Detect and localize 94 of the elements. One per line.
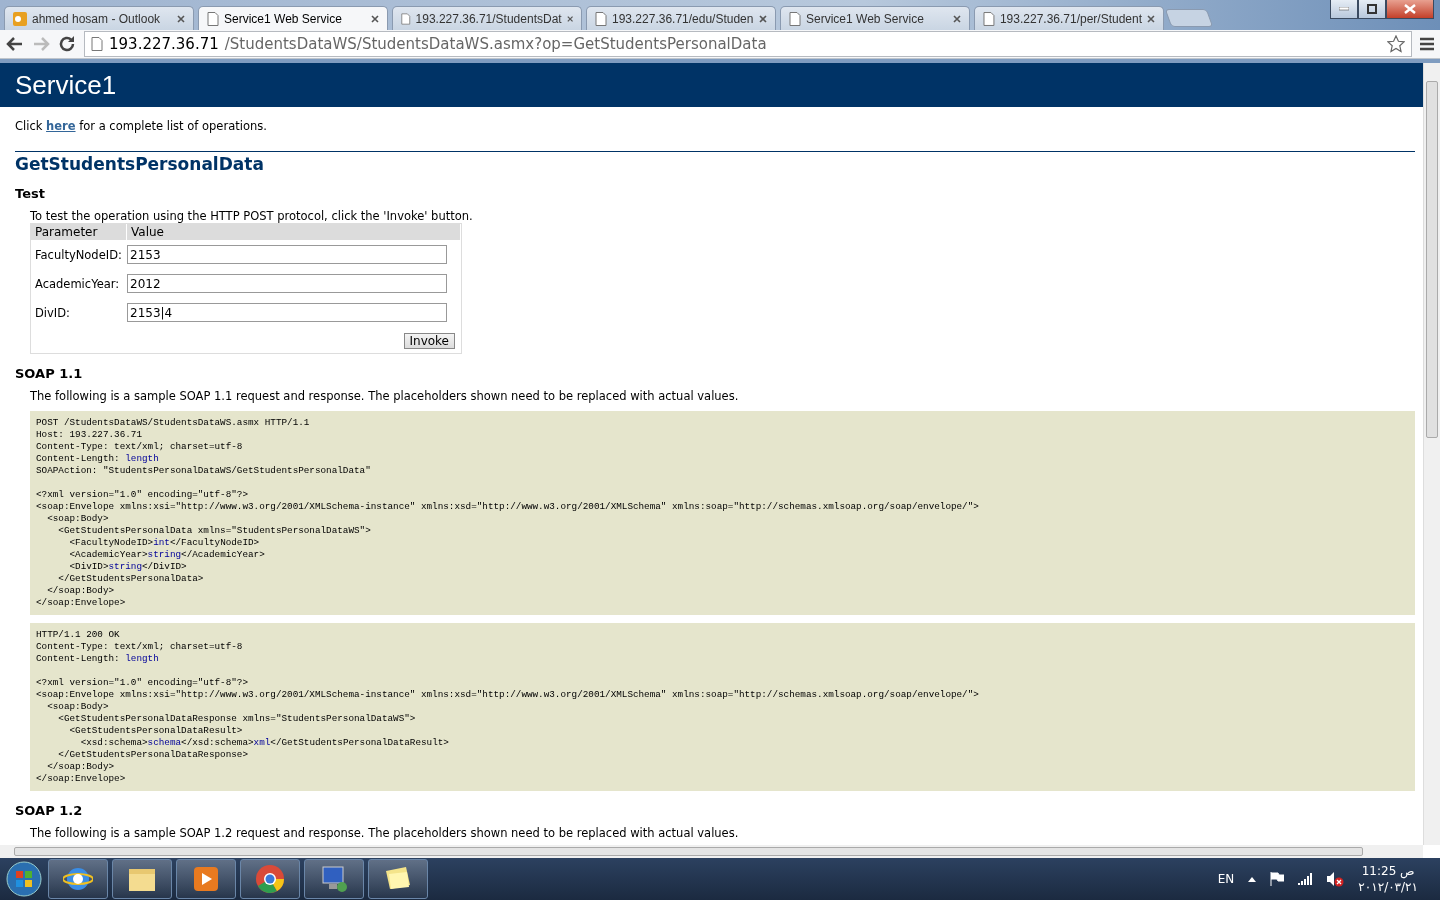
close-button[interactable] (1386, 0, 1434, 19)
maximize-button[interactable] (1358, 0, 1386, 19)
section-heading: SOAP 1.1 (15, 366, 84, 381)
code-line: Content-Length: length (36, 453, 160, 465)
close-icon[interactable] (177, 14, 185, 23)
horizontal-scrollbar[interactable] (0, 845, 1423, 858)
minimize-icon (1339, 7, 1349, 11)
close-icon (1404, 4, 1416, 14)
taskbar-app[interactable] (240, 859, 300, 899)
section-description: The following is a sample SOAP 1.2 request and response. The placeholders shown need to be replaced with actual values. (30, 826, 740, 840)
operation-title: GetStudentsPersonalData (15, 151, 1415, 174)
intro-text: Click here for a complete list of operations. (15, 119, 268, 133)
code-line: <soap:Body> (46, 513, 110, 525)
close-icon[interactable] (759, 14, 767, 23)
back-icon[interactable] (6, 36, 24, 52)
browser-tab[interactable]: Service1 Web Service (198, 6, 388, 30)
page-icon (983, 11, 995, 26)
test-instructions: To test the operation using the HTTP POST protocol, click the 'Invoke' button. (30, 209, 474, 223)
code-line: Content-Type: text/xml; charset=utf-8 (36, 441, 244, 453)
page-icon (401, 11, 411, 26)
code-line: HTTP/1.1 200 OK (36, 629, 121, 641)
code-line: SOAPAction: "StudentsPersonalDataWS/GetStudentsPersonalData" (36, 465, 372, 477)
maximize-icon (1367, 4, 1377, 14)
parameter-label: AcademicYear: (34, 276, 121, 291)
code-line: <?xml version="1.0" encoding="utf-8"?> (36, 489, 249, 501)
code-line: </GetStudentsPersonalData> (57, 573, 205, 585)
reload-icon[interactable] (58, 35, 76, 53)
browser-tab[interactable]: 193.227.36.71/per/Student (974, 6, 1164, 30)
code-line: </soap:Envelope> (36, 773, 127, 785)
clock[interactable]: 11:25 ص ٢٠١٢/٠٣/٢١ (1358, 863, 1418, 895)
signal-icon[interactable] (1298, 873, 1313, 885)
code-line: </soap:Body> (46, 761, 116, 773)
close-icon[interactable] (953, 14, 961, 23)
code-line: Content-Length: length (36, 653, 160, 665)
code-line: </soap:Envelope> (36, 597, 127, 609)
vertical-scrollbar[interactable] (1423, 63, 1440, 845)
code-line: </soap:Body> (46, 585, 116, 597)
invoke-button[interactable]: Invoke (403, 333, 455, 349)
code-line: <xsd:schema>schema</xsd:schema>xml</GetStudentsPersonalDataResult> (79, 737, 450, 749)
browser-logo-icon (255, 864, 285, 894)
address-bar[interactable]: 193.227.36.71 /StudentsDataWS/StudentsDataWS.asmx?op=GetStudentsPersonalData (84, 31, 1412, 57)
code-line: <DivID>string</DivID> (68, 561, 188, 573)
section-heading: Test (15, 186, 46, 201)
column-header: Parameter (31, 224, 127, 240)
code-line: <?xml version="1.0" encoding="utf-8"?> (36, 677, 249, 689)
page-icon (207, 11, 219, 26)
browser-tab[interactable]: 193.227.36.71/edu/Studen (586, 6, 776, 30)
language-indicator[interactable]: EN (1217, 872, 1235, 886)
code-line: <soap:Envelope xmlns:xsi="http://www.w3.org/2001/XMLSchema-instance" xmlns:xsd="http://www.w3.org/2001/XMLSchema" xmlns:soap="http://schemas.xmlsoap.org/soap/envelope/"> (36, 689, 980, 701)
page-icon (595, 11, 607, 26)
mail-app-icon (13, 11, 27, 26)
code-line: <AcademicYear>string</AcademicYear> (68, 549, 266, 561)
star-icon[interactable] (1387, 35, 1405, 53)
column-header: Value (127, 224, 461, 240)
code-line: <GetStudentsPersonalDataResult> (68, 725, 244, 737)
flag-icon[interactable] (1270, 872, 1285, 886)
browser-tab[interactable]: 193.227.36.71/StudentsDat (392, 6, 582, 30)
close-icon[interactable] (371, 14, 379, 23)
taskbar-app[interactable] (112, 859, 172, 899)
browser-tab[interactable]: Service1 Web Service (780, 6, 970, 30)
parameter-label: FacultyNodeID: (34, 247, 123, 262)
operations-link[interactable]: here (46, 119, 76, 133)
section-description: The following is a sample SOAP 1.1 request and response. The placeholders shown need to be replaced with actual values. (30, 389, 740, 403)
code-line: <soap:Envelope xmlns:xsi="http://www.w3.org/2001/XMLSchema-instance" xmlns:xsd="http://www.w3.org/2001/XMLSchema" xmlns:soap="http://schemas.xmlsoap.org/soap/envelope/"> (36, 501, 980, 513)
code-line: <GetStudentsPersonalDataResponse xmlns="StudentsPersonalDataWS"> (57, 713, 417, 725)
service-title: Service1 (15, 69, 117, 101)
caret-icon[interactable] (1248, 876, 1257, 882)
taskbar-app[interactable] (368, 859, 428, 899)
code-line: POST /StudentsDataWS/StudentsDataWS.asmx HTTP/1.1 (36, 417, 311, 429)
play-icon (193, 866, 219, 892)
code-line: <soap:Body> (46, 701, 110, 713)
page-icon (91, 37, 103, 51)
menu-icon[interactable] (1420, 37, 1434, 51)
parameter-field[interactable]: 2153|4 (127, 303, 447, 322)
muted-speaker-icon[interactable] (1326, 871, 1345, 887)
minimize-button[interactable] (1330, 0, 1358, 19)
taskbar-app[interactable] (176, 859, 236, 899)
code-line: <GetStudentsPersonalData xmlns="StudentsPersonalDataWS"> (57, 525, 372, 537)
code-line: Content-Type: text/xml; charset=utf-8 (36, 641, 244, 653)
code-line: Host: 193.227.36.71 (36, 429, 143, 441)
close-icon[interactable] (566, 14, 573, 23)
start-button[interactable] (4, 859, 44, 899)
taskbar-app[interactable] (48, 859, 108, 899)
code-line: </GetStudentsPersonalDataResponse> (57, 749, 249, 761)
parameter-field[interactable]: 2012 (127, 274, 447, 293)
parameter-label: DivID: (34, 305, 71, 320)
computer-icon (319, 864, 349, 894)
page-icon (789, 11, 801, 26)
close-icon[interactable] (1147, 14, 1155, 23)
code-line: <FacultyNodeID>int</FacultyNodeID> (68, 537, 261, 549)
browser-tab[interactable]: ahmed hosam - Outlook (4, 6, 194, 30)
section-heading: SOAP 1.2 (15, 803, 84, 818)
url-path: /StudentsDataWS/StudentsDataWS.asmx?op=GetStudentsPersonalData (224, 35, 768, 53)
parameter-field[interactable]: 2153 (127, 245, 447, 264)
